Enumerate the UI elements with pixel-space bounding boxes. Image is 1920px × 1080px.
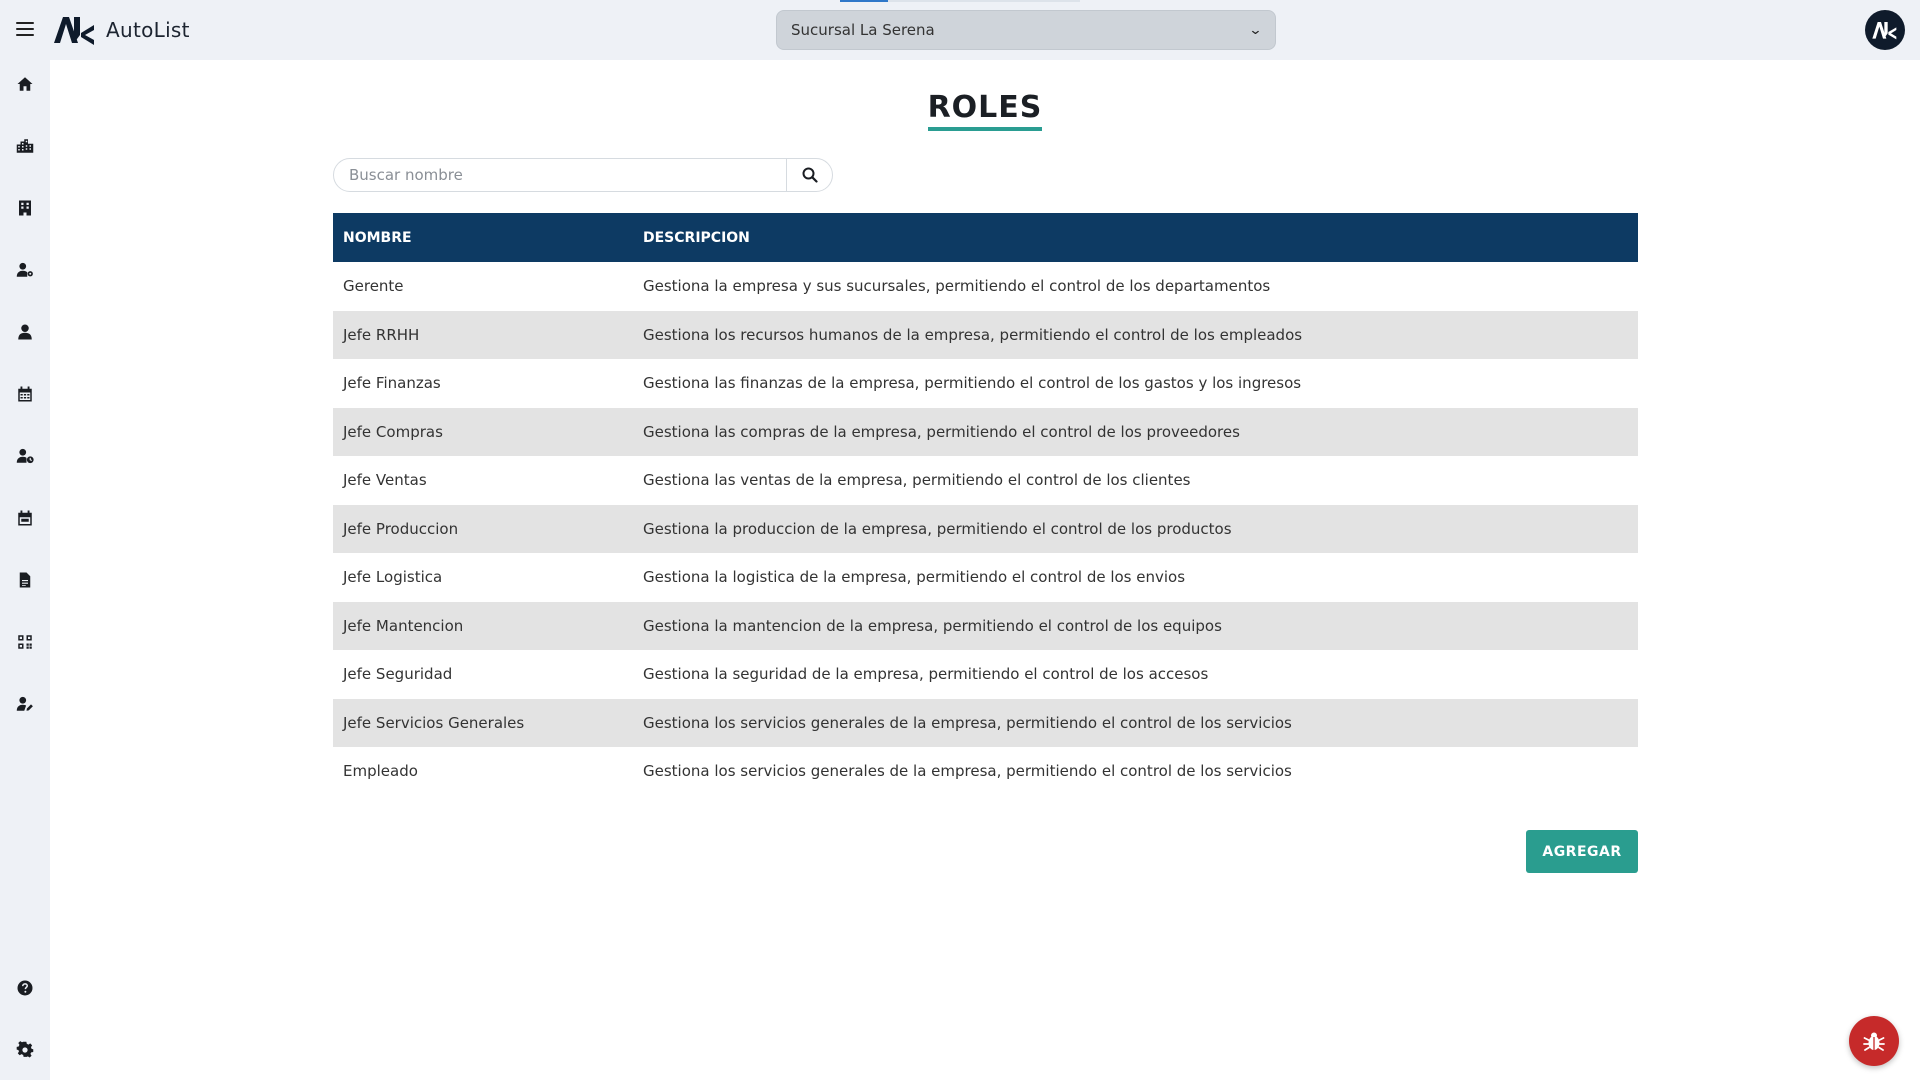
cell-role-description: Gestiona los servicios generales de la e… (643, 713, 1292, 732)
branch-select[interactable]: Sucursal La Serena ⌄ (776, 10, 1276, 50)
cell-role-name: Jefe Seguridad (343, 665, 453, 684)
cell-role-description: Gestiona la seguridad de la empresa, per… (643, 665, 1209, 684)
chevron-down-icon: ⌄ (1248, 22, 1263, 38)
cell-role-name: Jefe Produccion (343, 519, 459, 538)
cell-role-name: Jefe Logistica (343, 568, 443, 587)
sidebar (0, 60, 50, 1080)
branch-select-value: Sucursal La Serena (791, 21, 935, 39)
column-header-name[interactable]: NOMBRE (333, 213, 633, 262)
search-bar (333, 158, 833, 192)
city-icon[interactable] (13, 134, 37, 158)
calendar-icon[interactable] (13, 382, 37, 406)
main-content: ROLES NOMBRE DESCRIPCION Gerente Gestiona… (50, 60, 1920, 1080)
user-gear-icon[interactable] (13, 258, 37, 282)
cell-role-description: Gestiona la mantencion de la empresa, pe… (643, 616, 1222, 635)
cell-role-description: Gestiona las ventas de la empresa, permi… (643, 471, 1191, 490)
cell-role-name: Jefe RRHH (343, 325, 420, 344)
user-clock-icon[interactable] (13, 444, 37, 468)
calendar-event-icon[interactable] (13, 506, 37, 530)
table-row[interactable]: Jefe Logistica Gestiona la logistica de l… (333, 553, 1638, 602)
add-button[interactable]: AGREGAR (1526, 830, 1638, 873)
cell-role-description: Gestiona la empresa y sus sucursales, pe… (643, 277, 1271, 296)
top-bar: AutoList Sucursal La Serena ⌄ (0, 0, 1920, 60)
user-icon[interactable] (13, 320, 37, 344)
table-row[interactable]: Jefe Mantencion Gestiona la mantencion de… (333, 601, 1638, 650)
avatar[interactable] (1865, 10, 1905, 50)
active-indicator (840, 0, 888, 2)
table-row[interactable]: Jefe RRHH Gestiona los recursos humanos d… (333, 310, 1638, 359)
table-row[interactable]: Jefe Produccion Gestiona la produccion de… (333, 504, 1638, 553)
bug-report-button[interactable] (1849, 1016, 1899, 1066)
user-pen-icon[interactable] (13, 692, 37, 716)
search-icon (802, 167, 818, 183)
cell-role-name: Jefe Finanzas (343, 374, 441, 393)
table-row[interactable]: Jefe Servicios Generales Gestiona los ser… (333, 698, 1638, 747)
cell-role-description: Gestiona las compras de la empresa, perm… (643, 422, 1240, 441)
cell-role-name: Jefe Mantencion (343, 616, 464, 635)
file-icon[interactable] (13, 568, 37, 592)
table-row[interactable]: Jefe Seguridad Gestiona la seguridad de l… (333, 650, 1638, 699)
autolist-logo-icon (1872, 22, 1897, 40)
app-name: AutoList (106, 18, 190, 42)
table-row[interactable]: Jefe Finanzas Gestiona las finanzas de la… (333, 359, 1638, 408)
cell-role-name: Empleado (343, 762, 418, 781)
app-logo[interactable]: AutoList (54, 13, 190, 47)
home-icon[interactable] (13, 72, 37, 96)
settings-icon[interactable] (13, 1038, 37, 1062)
cell-role-description: Gestiona los recursos humanos de la empr… (643, 325, 1303, 344)
building-icon[interactable] (13, 196, 37, 220)
indicator-track (888, 0, 1080, 2)
table-row[interactable]: Gerente Gestiona la empresa y sus sucursa… (333, 262, 1638, 311)
menu-icon[interactable] (16, 20, 34, 38)
table-row[interactable]: Jefe Compras Gestiona las compras de la e… (333, 407, 1638, 456)
bug-icon (1863, 1032, 1885, 1051)
cell-role-description: Gestiona la produccion de la empresa, pe… (643, 519, 1232, 538)
cell-role-description: Gestiona la logistica de la empresa, per… (643, 568, 1186, 587)
autolist-logo-icon (54, 17, 94, 45)
cell-role-description: Gestiona las finanzas de la empresa, per… (643, 374, 1302, 393)
roles-table: NOMBRE DESCRIPCION Gerente Gestiona la em… (333, 213, 1638, 796)
table-header-row: NOMBRE DESCRIPCION (333, 213, 1638, 262)
column-header-description[interactable]: DESCRIPCION (633, 213, 1638, 262)
table-row[interactable]: Empleado Gestiona los servicios generales… (333, 747, 1638, 796)
table-row[interactable]: Jefe Ventas Gestiona las ventas de la emp… (333, 456, 1638, 505)
cell-role-description: Gestiona los servicios generales de la e… (643, 762, 1292, 781)
search-input[interactable] (334, 159, 786, 191)
help-icon[interactable] (13, 976, 37, 1000)
cell-role-name: Jefe Compras (343, 422, 443, 441)
cell-role-name: Jefe Ventas (343, 471, 427, 490)
cell-role-name: Gerente (343, 277, 404, 296)
search-button[interactable] (786, 159, 832, 191)
cell-role-name: Jefe Servicios Generales (343, 713, 525, 732)
page-title: ROLES (927, 90, 1043, 131)
qrcode-icon[interactable] (13, 630, 37, 654)
